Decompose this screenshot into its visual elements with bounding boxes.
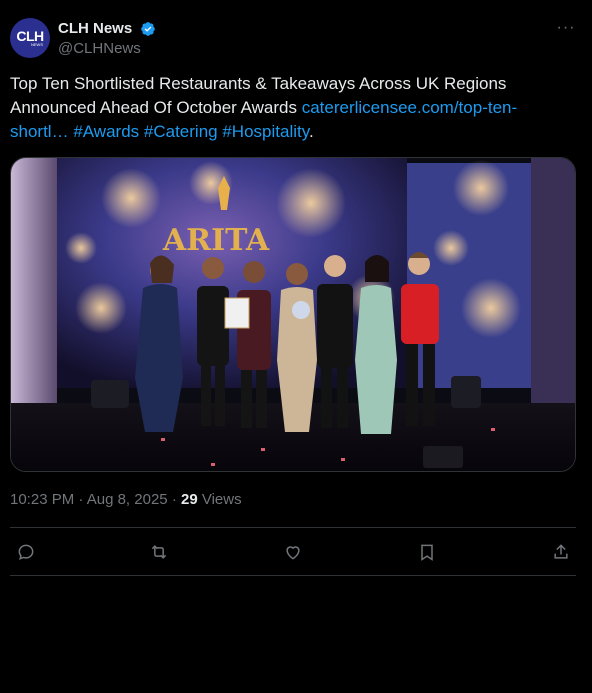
tweet-trailing: . [308,122,314,141]
avatar-text: CLH [16,28,44,44]
avatar-subtext: NEWS [31,42,43,47]
award-photo-illustration: ARITA [11,158,575,471]
share-icon[interactable] [549,540,573,564]
author-names: CLH News @CLHNews [58,19,156,59]
views-label: Views [201,491,242,508]
verified-badge-icon [140,21,155,36]
reply-icon[interactable] [14,540,38,564]
more-options-icon[interactable]: ··· [556,18,576,38]
hashtag-awards[interactable]: #Awards [73,122,139,141]
tweet-header: CLH NEWS CLH News @CLHNews ··· [10,18,582,60]
bookmark-icon[interactable] [415,540,439,564]
handle[interactable]: @CLHNews [58,39,156,59]
divider-bottom [10,575,576,576]
tweet-text: Top Ten Shortlisted Restaurants & Takeaw… [10,72,570,144]
hashtag-hospitality[interactable]: #Hospitality [222,122,309,141]
tweet-time[interactable]: 10:23 PM [10,491,74,508]
tweet-media-photo[interactable]: ARITA [10,157,576,472]
hashtag-catering[interactable]: #Catering [144,122,218,141]
like-icon[interactable] [281,540,305,564]
tweet-date[interactable]: Aug 8, 2025 [87,491,168,508]
tweet-meta: 10:23 PM · Aug 8, 2025 · 29 Views [10,490,242,510]
meta-separator-2: · [171,491,177,508]
views-count: 29 [180,491,198,508]
action-bar [0,530,592,574]
display-name[interactable]: CLH News [58,19,132,38]
meta-separator: · [78,491,84,508]
retweet-icon[interactable] [147,540,171,564]
divider-top [10,527,576,528]
avatar[interactable]: CLH NEWS [10,18,50,58]
banner-text: ARITA [162,223,270,258]
